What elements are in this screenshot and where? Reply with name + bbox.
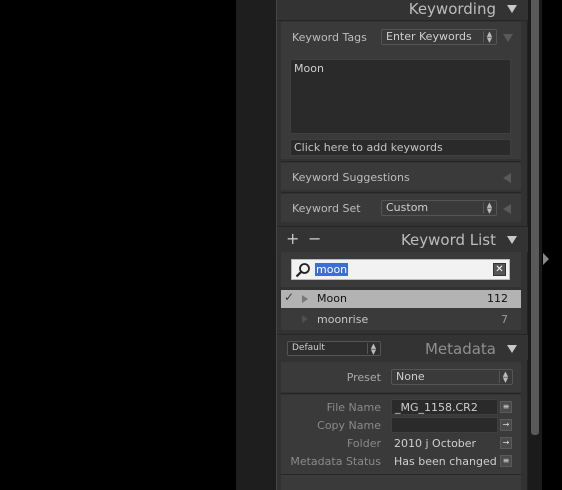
divider (281, 161, 521, 162)
list-icon[interactable]: ≡ (500, 455, 512, 467)
keyword-count: 7 (501, 313, 508, 326)
keyword-set-label: Keyword Set (292, 202, 361, 215)
add-keywords-placeholder: Click here to add keywords (294, 141, 443, 154)
keyword-set-dropdown[interactable]: Custom ▲ ▼ (381, 200, 497, 216)
copy-name-field[interactable] (391, 417, 498, 433)
preset-dropdown[interactable]: None ▲ ▼ (391, 369, 513, 385)
updown-arrows-icon: ▲ ▼ (483, 202, 495, 215)
copy-name-label: Copy Name (317, 419, 381, 432)
updown-arrows-icon: ▲ ▼ (499, 371, 511, 384)
keyword-name: moonrise (317, 313, 369, 326)
divider (281, 474, 521, 475)
updown-arrows-icon: ▲ ▼ (367, 343, 379, 356)
keyword-tags-label: Keyword Tags (292, 31, 367, 44)
keyword-name: Moon (317, 292, 347, 305)
file-name-field[interactable]: _MG_1158.CR2 (391, 399, 498, 415)
keyword-count: 112 (487, 292, 508, 305)
metadata-status-label: Metadata Status (290, 455, 381, 468)
expand-keyword-set-icon[interactable] (503, 204, 511, 214)
metadata-view-dropdown[interactable]: Default ▲ ▼ (287, 341, 381, 356)
checkmark-icon[interactable]: ✓ (284, 290, 294, 304)
folder-value: 2010 j October (394, 437, 477, 450)
keyword-filter-input[interactable]: moon ✕ (291, 259, 510, 280)
keyword-filter-value: moon (315, 263, 349, 276)
keywording-title: Keywording (408, 0, 496, 18)
arrow-right-icon[interactable]: → (500, 437, 512, 449)
add-keywords-field[interactable]: Click here to add keywords (290, 139, 511, 156)
collapse-keywording-icon[interactable] (507, 5, 517, 13)
remove-keyword-button[interactable]: − (308, 229, 321, 248)
expand-suggestions-icon[interactable] (503, 173, 511, 183)
divider (277, 20, 528, 21)
divider (281, 476, 521, 477)
collapse-keyword-list-icon[interactable] (507, 236, 517, 244)
keyword-tags-menu-icon[interactable] (503, 34, 513, 42)
keyword-list-header[interactable]: + − Keyword List (277, 227, 528, 252)
right-edge (542, 0, 562, 490)
scrollbar-thumb[interactable] (531, 0, 539, 435)
add-keyword-button[interactable]: + (286, 229, 299, 248)
keyword-tags-dropdown[interactable]: Enter Keywords ▲ ▼ (381, 29, 497, 45)
expand-right-panel-icon[interactable] (543, 253, 549, 265)
file-name-label: File Name (326, 401, 381, 414)
divider (281, 192, 521, 193)
keyword-row-moon[interactable]: ✓ Moon 112 (281, 290, 521, 308)
keywords-text: Moon (294, 62, 324, 75)
updown-arrows-icon: ▲ ▼ (483, 31, 495, 44)
clear-filter-icon[interactable]: ✕ (493, 263, 506, 276)
keyword-row-moonrise[interactable]: moonrise 7 (281, 308, 521, 330)
expand-keyword-icon[interactable] (302, 315, 308, 323)
collapse-metadata-icon[interactable] (507, 345, 517, 353)
metadata-view-value: Default (292, 343, 325, 353)
preset-label: Preset (346, 371, 381, 384)
metadata-title: Metadata (424, 340, 496, 358)
keyword-tags-mode: Enter Keywords (386, 30, 472, 43)
keywords-textarea[interactable]: Moon (290, 59, 511, 134)
keyword-suggestions-section[interactable]: Keyword Suggestions (281, 163, 521, 190)
file-name-value: _MG_1158.CR2 (395, 401, 478, 414)
keyword-set-value: Custom (386, 201, 429, 214)
arrow-right-icon[interactable]: → (500, 419, 512, 431)
expand-keyword-icon[interactable] (302, 295, 308, 303)
metadata-status-value: Has been changed (394, 455, 497, 468)
search-icon (295, 263, 310, 278)
folder-label: Folder (347, 437, 381, 450)
left-gutter (236, 0, 276, 490)
list-icon[interactable]: ≡ (500, 401, 512, 413)
divider (281, 393, 521, 394)
keywording-header[interactable]: Keywording (277, 0, 528, 20)
keyword-suggestions-label: Keyword Suggestions (292, 171, 410, 184)
keyword-list-title: Keyword List (400, 231, 496, 249)
preset-value: None (396, 370, 425, 383)
